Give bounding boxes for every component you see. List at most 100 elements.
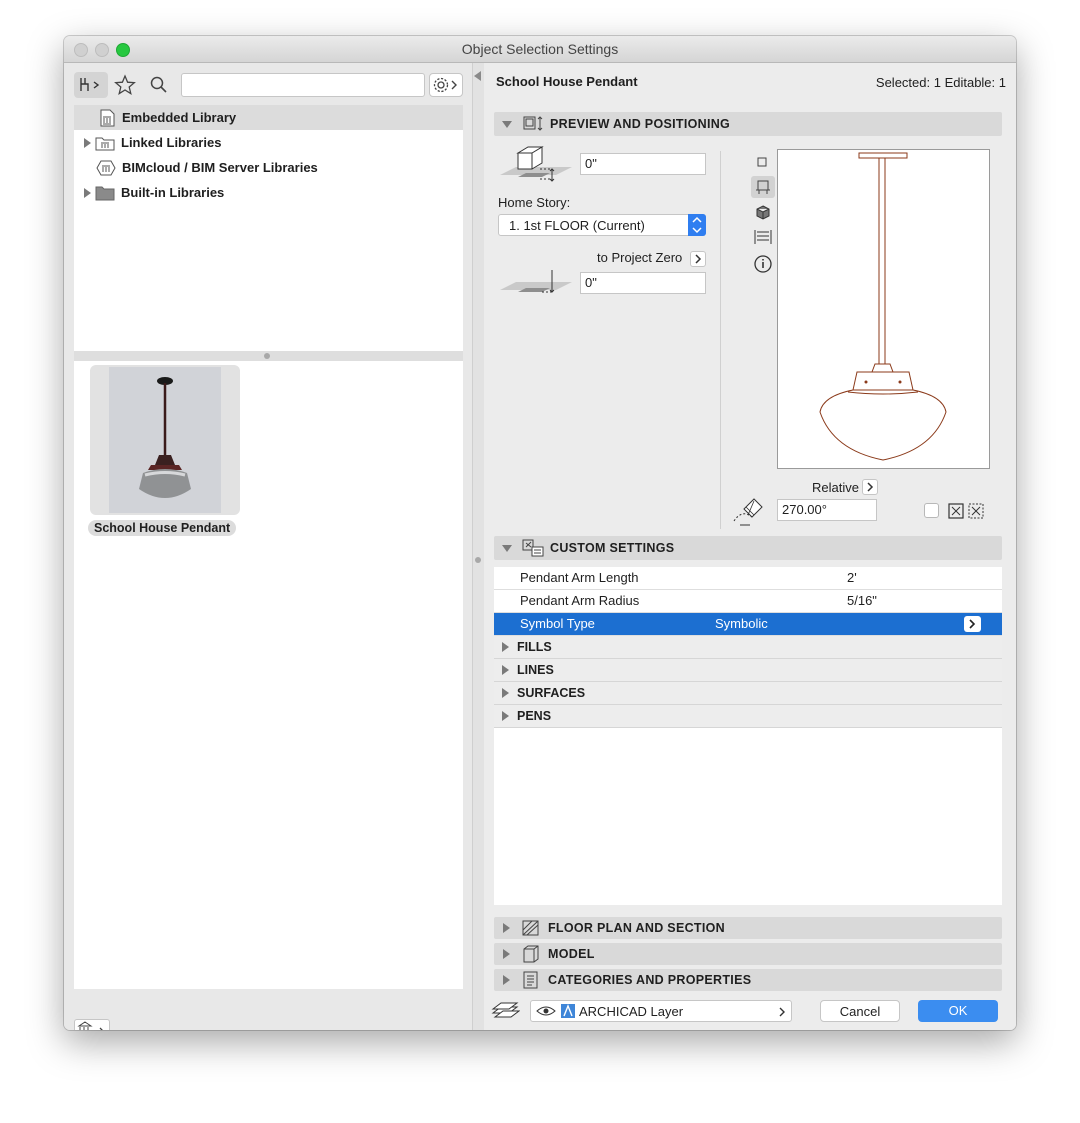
search-button[interactable] <box>146 72 172 98</box>
expand-arrow-icon[interactable] <box>84 137 91 148</box>
title-bar: Object Selection Settings <box>64 36 1016 63</box>
mirror-checkbox[interactable] <box>924 503 939 518</box>
group-lines[interactable]: LINES <box>494 659 1002 682</box>
rotation-angle-field[interactable]: 270.00° <box>777 499 877 521</box>
settings-panel: School House Pendant Selected: 1 Editabl… <box>484 63 1016 1030</box>
close-button[interactable] <box>74 43 88 57</box>
layer-name: ARCHICAD Layer <box>579 1004 684 1019</box>
layer-stack-icon <box>491 1002 520 1018</box>
favorites-button[interactable] <box>112 72 138 98</box>
relative-label: Relative <box>812 480 859 495</box>
tree-item-embedded-library[interactable]: Embedded Library <box>74 105 463 130</box>
info-button[interactable] <box>751 253 775 275</box>
group-fills[interactable]: FILLS <box>494 636 1002 659</box>
search-icon <box>150 76 167 93</box>
library-manager-button[interactable] <box>74 1019 110 1030</box>
tree-item-label: Linked Libraries <box>121 135 222 150</box>
section-title: MODEL <box>548 947 595 961</box>
param-row-symbol-type[interactable]: Symbol Type Symbolic <box>494 613 1002 636</box>
section-preview-positioning[interactable]: PREVIEW AND POSITIONING <box>494 112 1002 136</box>
gear-icon <box>433 77 457 93</box>
bimcloud-library-icon <box>96 160 116 175</box>
plan-view-icon <box>757 157 767 167</box>
cancel-button[interactable]: Cancel <box>820 1000 900 1022</box>
splitter-handle[interactable] <box>74 351 463 361</box>
section-categories-and-properties[interactable]: CATEGORIES AND PROPERTIES <box>494 969 1002 991</box>
library-manager-icon <box>77 1021 103 1030</box>
section-custom-settings[interactable]: CUSTOM SETTINGS <box>494 536 1002 560</box>
expand-arrow-icon <box>502 665 509 675</box>
layer-select[interactable]: ARCHICAD Layer <box>530 1000 792 1022</box>
mirror-x-button[interactable] <box>948 503 964 519</box>
stepper-arrows-icon[interactable] <box>688 214 706 236</box>
param-name: Pendant Arm Length <box>520 570 639 585</box>
floor-plan-section-icon <box>522 920 539 936</box>
project-zero-reference-button[interactable] <box>690 251 706 267</box>
tree-item-label: Embedded Library <box>122 110 237 125</box>
group-label: LINES <box>517 663 554 677</box>
section-title: CUSTOM SETTINGS <box>550 541 675 555</box>
zoom-button[interactable] <box>116 43 130 57</box>
expand-arrow-icon <box>502 688 509 698</box>
search-input[interactable] <box>181 73 425 97</box>
expand-arrow-icon <box>503 949 510 959</box>
library-chair-icon <box>80 78 100 91</box>
eye-icon[interactable] <box>535 1004 557 1018</box>
preview-3d-button[interactable] <box>751 203 775 223</box>
preview-elevation-button[interactable] <box>751 176 775 198</box>
home-story-value: 1. 1st FLOOR (Current) <box>509 218 645 233</box>
param-value: Symbolic <box>715 616 768 631</box>
tree-item-builtin-libraries[interactable]: Built-in Libraries <box>74 180 463 205</box>
project-zero-field[interactable]: 0" <box>580 272 706 294</box>
rotation-angle-icon <box>733 498 763 526</box>
symbol-type-popup-button[interactable] <box>964 616 981 632</box>
param-row-pendant-arm-length[interactable]: Pendant Arm Length 2' <box>494 567 1002 590</box>
expand-arrow-icon[interactable] <box>84 187 91 198</box>
window-title: Object Selection Settings <box>461 41 619 57</box>
expand-arrow-icon <box>503 975 510 985</box>
mirror-y-icon <box>968 503 984 519</box>
library-content: School House Pendant <box>74 361 463 989</box>
collapse-arrow-icon[interactable] <box>474 71 481 81</box>
layer-icon <box>561 1004 575 1018</box>
preview-section-button[interactable] <box>751 227 775 247</box>
section-floor-plan-and-section[interactable]: FLOOR PLAN AND SECTION <box>494 917 1002 939</box>
param-row-pendant-arm-radius[interactable]: Pendant Arm Radius 5/16" <box>494 590 1002 613</box>
preview-positioning-icon <box>523 116 543 131</box>
elevation-to-story-icon <box>500 146 572 182</box>
tree-item-linked-libraries[interactable]: Linked Libraries <box>74 130 463 155</box>
library-browser: Embedded Library Linked Libraries BIMclo… <box>64 63 473 1030</box>
mirror-y-button[interactable] <box>968 503 984 519</box>
folder-icon <box>95 186 115 200</box>
group-pens[interactable]: PENS <box>494 705 1002 728</box>
object-selection-settings-window: Object Selection Settings Embedded Libra… <box>64 36 1016 1030</box>
embedded-library-icon <box>100 109 115 126</box>
pane-divider[interactable] <box>473 63 484 1030</box>
section-model[interactable]: MODEL <box>494 943 1002 965</box>
relative-angle-button[interactable] <box>862 479 878 495</box>
pendant-elevation-drawing <box>819 152 947 461</box>
ok-button[interactable]: OK <box>918 1000 998 1022</box>
custom-settings-icon <box>522 539 544 557</box>
object-preview[interactable] <box>777 149 990 469</box>
library-view-button[interactable] <box>74 72 108 98</box>
elevation-field[interactable]: 0" <box>580 153 706 175</box>
expand-arrow-icon <box>503 923 510 933</box>
group-label: SURFACES <box>517 686 586 700</box>
home-story-select[interactable]: 1. 1st FLOOR (Current) <box>498 214 706 236</box>
elevation-view-icon <box>756 180 770 194</box>
library-tree: Embedded Library Linked Libraries BIMclo… <box>74 105 463 351</box>
object-title: School House Pendant <box>496 74 638 89</box>
star-icon <box>114 74 136 95</box>
library-settings-button[interactable] <box>429 73 463 97</box>
preview-2d-button[interactable] <box>751 152 773 172</box>
section-title: CATEGORIES AND PROPERTIES <box>548 973 752 987</box>
param-value: 5/16" <box>847 593 877 608</box>
minimize-button[interactable] <box>95 43 109 57</box>
tree-item-bimcloud[interactable]: BIMcloud / BIM Server Libraries <box>74 155 463 180</box>
group-label: FILLS <box>517 640 552 654</box>
cube-3d-icon <box>756 205 770 220</box>
object-thumbnail[interactable] <box>90 365 240 515</box>
group-surfaces[interactable]: SURFACES <box>494 682 1002 705</box>
expand-arrow-icon <box>502 642 509 652</box>
